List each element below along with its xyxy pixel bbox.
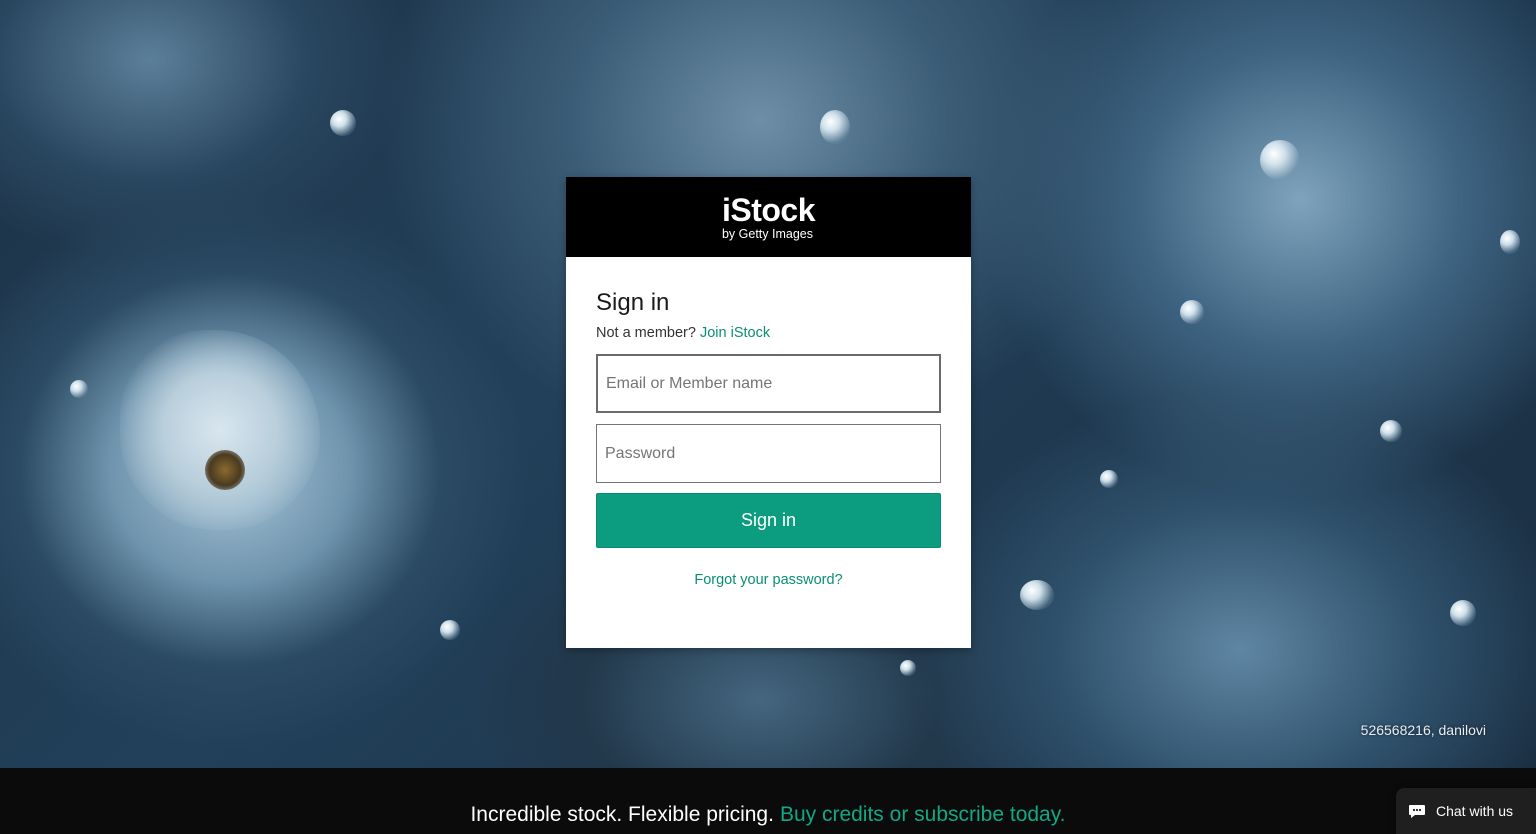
signin-form: Sign in Not a member? Join iStock Sign i… — [566, 257, 971, 588]
water-drop — [820, 110, 850, 144]
logo-wordmark: iStock — [721, 191, 816, 228]
email-field[interactable] — [596, 354, 941, 413]
page-title: Sign in — [596, 289, 670, 316]
water-drop — [1260, 140, 1300, 180]
forgot-password-link[interactable]: Forgot your password? — [596, 572, 941, 588]
page: 526568216, danilovi iStock by Getty Imag… — [0, 0, 1536, 834]
blueberry-crown — [120, 330, 320, 530]
water-drop — [1380, 420, 1402, 442]
card-header: iStock by Getty Images — [566, 177, 971, 257]
water-drop — [1100, 470, 1118, 488]
signin-card: iStock by Getty Images Sign in Not a mem… — [566, 177, 971, 648]
chat-label: Chat with us — [1436, 803, 1514, 819]
join-link[interactable]: Join iStock — [700, 325, 770, 341]
water-drop — [1020, 580, 1054, 610]
logo-tagline: by Getty Images — [721, 226, 813, 241]
banner-cta-link[interactable]: Buy credits or subscribe today. — [780, 803, 1066, 827]
water-drop — [900, 660, 916, 676]
water-drop — [1450, 600, 1476, 626]
blueberry-core — [205, 450, 245, 490]
water-drop — [1500, 230, 1520, 254]
member-prompt-line: Not a member? Join iStock — [596, 325, 941, 341]
promo-banner: Incredible stock. Flexible pricing. Buy … — [0, 768, 1536, 834]
banner-lead: Incredible stock. Flexible pricing. — [470, 803, 774, 826]
chat-widget-button[interactable]: Chat with us — [1396, 788, 1536, 834]
chat-bubble-icon — [1408, 802, 1426, 820]
photo-credit: 526568216, danilovi — [1360, 722, 1486, 738]
member-prompt: Not a member? — [596, 325, 696, 341]
istock-logo[interactable]: iStock by Getty Images — [721, 191, 816, 241]
sign-in-button[interactable]: Sign in — [596, 493, 941, 548]
water-drop — [440, 620, 460, 640]
water-drop — [330, 110, 356, 136]
water-drop — [1180, 300, 1204, 324]
water-drop — [70, 380, 88, 398]
password-field[interactable] — [596, 424, 941, 483]
